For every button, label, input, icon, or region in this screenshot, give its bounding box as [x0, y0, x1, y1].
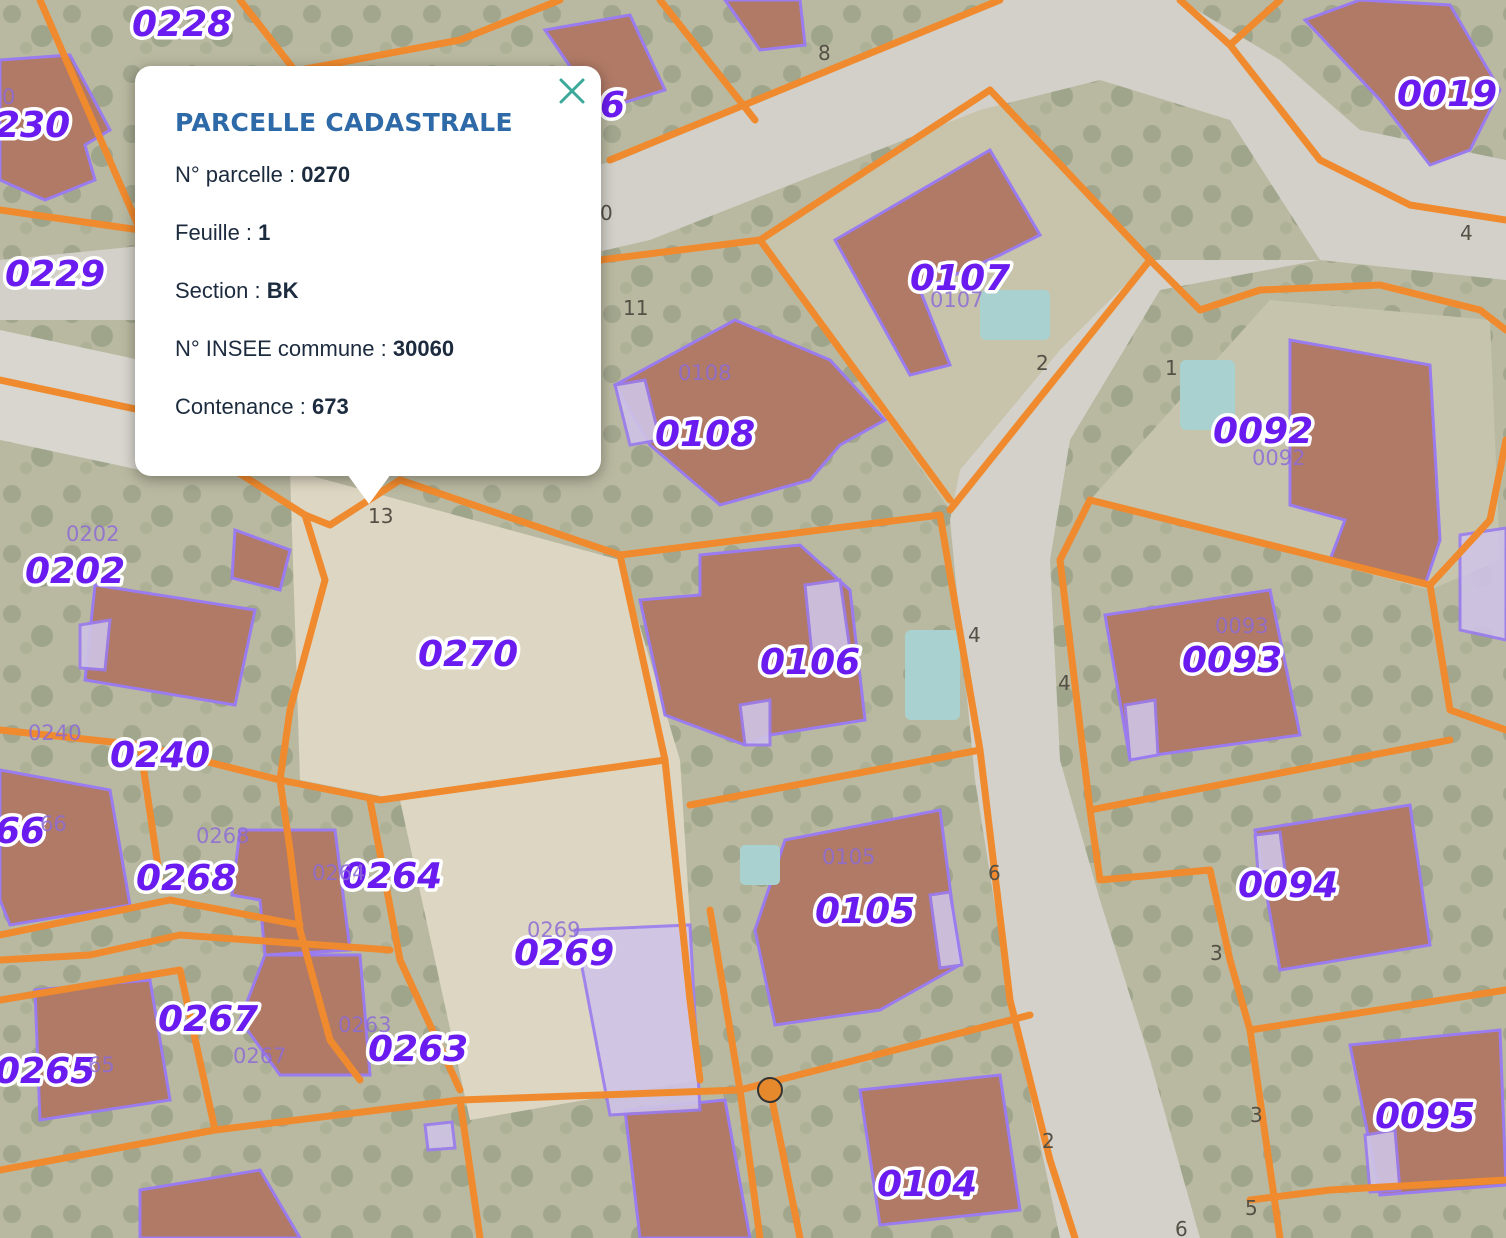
- address-number: 2: [1042, 1129, 1055, 1153]
- field-separator: :: [282, 162, 302, 187]
- field-separator: :: [248, 278, 267, 303]
- field-label: N° INSEE commune: [175, 336, 375, 361]
- building-label: 0092: [1252, 446, 1305, 470]
- parcel-label[interactable]: 0095: [1372, 1093, 1479, 1141]
- parcel-label[interactable]: 0229: [2, 251, 109, 299]
- building-label: 0264: [312, 861, 365, 885]
- building-label: 0240: [28, 721, 81, 745]
- address-number: 13: [368, 504, 393, 528]
- field-label: Section: [175, 278, 249, 303]
- address-number: 0: [600, 201, 613, 225]
- building-label: 0093: [1215, 614, 1268, 638]
- parcel-info-popup: PARCELLE CADASTRALE N° parcelle : 0270 F…: [135, 66, 601, 504]
- field-parcel-number: N° parcelle : 0270: [175, 163, 561, 221]
- address-number: 8: [818, 41, 831, 65]
- field-separator: :: [239, 220, 259, 245]
- field-label: Contenance: [175, 394, 294, 419]
- field-value: 1: [258, 220, 271, 245]
- building-label: 0263: [338, 1013, 391, 1037]
- parcel-label[interactable]: 6: [597, 82, 629, 130]
- field-label: N° parcelle: [175, 162, 283, 187]
- address-number: 4: [1058, 671, 1071, 695]
- building-label: 0: [2, 85, 15, 109]
- location-marker[interactable]: [757, 1077, 783, 1103]
- field-insee-code: N° INSEE commune : 30060: [175, 337, 561, 395]
- parcel-label[interactable]: 0106: [757, 639, 864, 687]
- address-number: 5: [1245, 1196, 1258, 1220]
- parcel-label[interactable]: 0093: [1179, 637, 1286, 685]
- address-number: 6: [1175, 1217, 1188, 1238]
- building-label: 0268: [196, 824, 249, 848]
- close-icon[interactable]: [557, 76, 587, 106]
- field-separator: :: [293, 394, 312, 419]
- parcel-label[interactable]: 0105: [812, 888, 919, 936]
- parcel-label[interactable]: 66: [0, 808, 49, 856]
- field-value: 0270: [301, 162, 351, 187]
- parcel-label[interactable]: 0270: [415, 631, 522, 679]
- building-label: 0269: [527, 918, 580, 942]
- parcel-label[interactable]: 0228: [129, 1, 236, 49]
- address-number: 6: [988, 861, 1001, 885]
- parcel-label[interactable]: 0267: [155, 996, 262, 1044]
- parcel-label[interactable]: 0202: [22, 548, 129, 596]
- address-number: 4: [1460, 221, 1473, 245]
- parcel-label[interactable]: 0108: [652, 411, 759, 459]
- parcel-label[interactable]: 0265: [0, 1048, 99, 1096]
- building-label: 66: [40, 812, 67, 836]
- address-number: 11: [623, 296, 648, 320]
- field-value: BK: [266, 278, 299, 303]
- building-label: 0108: [678, 361, 731, 385]
- parcel-label[interactable]: 0019: [1394, 71, 1501, 119]
- address-number: 2: [1036, 351, 1049, 375]
- field-label: Feuille: [175, 220, 240, 245]
- field-area: Contenance : 673: [175, 395, 561, 453]
- address-number: 3: [1250, 1103, 1263, 1127]
- address-number: 3: [1210, 941, 1223, 965]
- building-label: 0107: [930, 288, 983, 312]
- field-value: 30060: [392, 336, 455, 361]
- building-label: 0105: [822, 845, 875, 869]
- parcel-label[interactable]: 0094: [1235, 862, 1342, 910]
- parcel-label[interactable]: 0240: [107, 732, 214, 780]
- building-label: 65: [88, 1053, 115, 1077]
- parcel-label[interactable]: 0268: [133, 855, 240, 903]
- parcel-label[interactable]: 230: [0, 102, 74, 150]
- address-number: 4: [968, 623, 981, 647]
- popup-pointer: [347, 474, 391, 504]
- field-sheet: Feuille : 1: [175, 221, 561, 279]
- field-section: Section : BK: [175, 279, 561, 337]
- popup-title: PARCELLE CADASTRALE: [175, 108, 513, 137]
- address-number: 1: [1165, 356, 1178, 380]
- field-separator: :: [374, 336, 393, 361]
- field-value: 673: [312, 394, 349, 419]
- building-label: 0267: [233, 1044, 286, 1068]
- building-label: 0202: [66, 522, 119, 546]
- parcel-label[interactable]: 0104: [874, 1161, 981, 1209]
